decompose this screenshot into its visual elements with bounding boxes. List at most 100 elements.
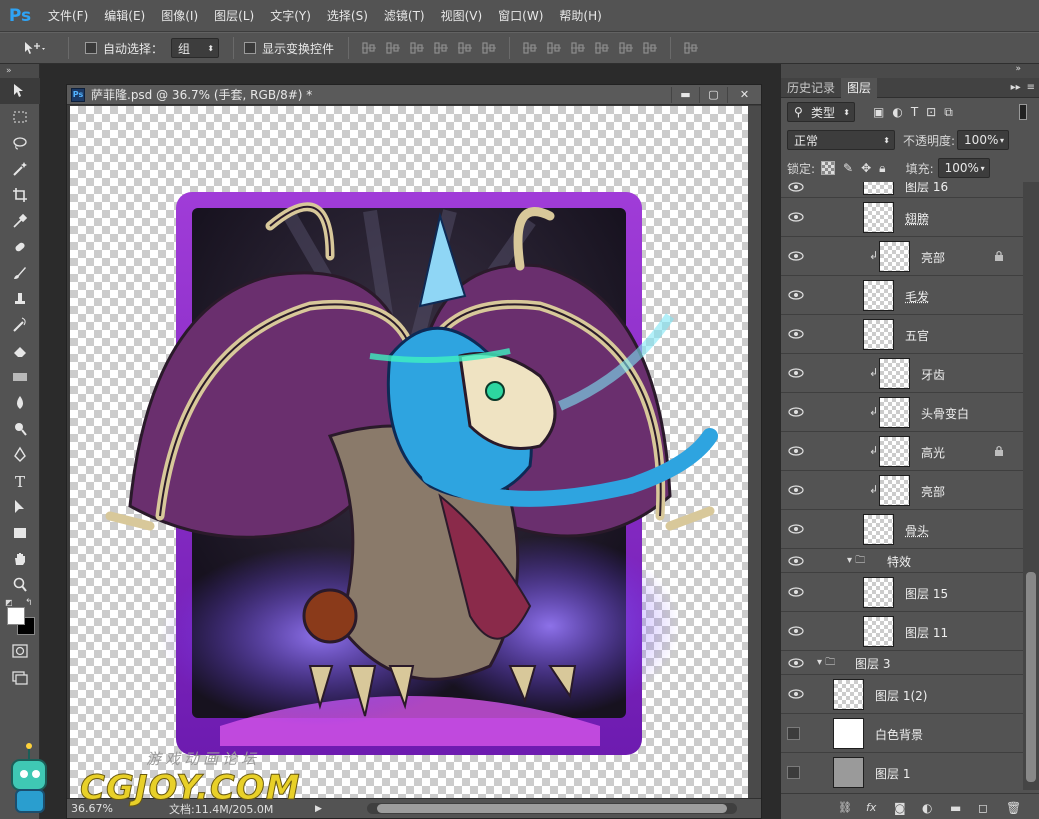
auto-align-icon[interactable] bbox=[682, 39, 700, 57]
show-transform-checkbox[interactable] bbox=[244, 42, 257, 54]
dist-left-icon[interactable] bbox=[593, 39, 611, 57]
eye-icon[interactable] bbox=[787, 554, 805, 568]
eye-icon[interactable] bbox=[787, 366, 805, 380]
type-tool-button[interactable]: T bbox=[0, 468, 40, 494]
default-colors-icon[interactable]: ◩ bbox=[5, 598, 13, 607]
vertical-scrollbar[interactable] bbox=[748, 106, 761, 798]
layer-group-row[interactable]: ▾ 🗀︎ 特效 bbox=[781, 549, 1024, 573]
menu-filter[interactable]: 滤镜(T) bbox=[376, 0, 433, 32]
swap-colors-icon[interactable]: ↰ bbox=[25, 598, 33, 608]
eye-icon[interactable] bbox=[787, 182, 805, 194]
layer-row[interactable]: 五官 bbox=[781, 315, 1024, 354]
eye-icon[interactable] bbox=[787, 288, 805, 302]
eye-icon[interactable] bbox=[787, 687, 805, 701]
folder-icon[interactable]: ▾ 🗀︎ bbox=[847, 553, 865, 570]
gradient-tool-button[interactable] bbox=[0, 364, 40, 390]
opacity-field[interactable]: 100% ▾ bbox=[957, 130, 1010, 150]
layer-row[interactable]: 图层 1 bbox=[781, 753, 1024, 790]
adjustment-layer-icon[interactable]: ◐ bbox=[922, 801, 936, 815]
adjustment-filter-icon[interactable]: ◐ bbox=[892, 105, 902, 120]
menu-layer[interactable]: 图层(L) bbox=[206, 0, 262, 32]
filter-kind-dropdown[interactable]: ⚲ 类型 ⬍ bbox=[787, 102, 855, 122]
eye-icon[interactable] bbox=[787, 210, 805, 224]
visibility-toggle[interactable] bbox=[787, 766, 800, 779]
move-tool-button[interactable] bbox=[0, 78, 40, 104]
align-vcenter-icon[interactable] bbox=[384, 39, 402, 57]
lasso-tool-button[interactable] bbox=[0, 130, 40, 156]
auto-select-dropdown[interactable]: 组 ⬍ bbox=[171, 38, 220, 58]
align-right-icon[interactable] bbox=[480, 39, 498, 57]
collapse-arrows-icon[interactable]: » bbox=[0, 64, 39, 78]
dist-hcenter-icon[interactable] bbox=[617, 39, 635, 57]
zoom-tool-button[interactable] bbox=[0, 572, 40, 598]
menu-window[interactable]: 窗口(W) bbox=[490, 0, 551, 32]
stamp-tool-button[interactable] bbox=[0, 286, 40, 312]
layer-row[interactable]: ↲ 亮部 bbox=[781, 471, 1024, 510]
fx-icon[interactable]: fx bbox=[866, 801, 880, 814]
layer-row[interactable]: 翅膀 bbox=[781, 198, 1024, 237]
layer-row[interactable]: 图层 11 bbox=[781, 612, 1024, 651]
eye-icon[interactable] bbox=[787, 444, 805, 458]
dist-bottom-icon[interactable] bbox=[569, 39, 587, 57]
layer-row[interactable]: 白色背景 bbox=[781, 714, 1024, 753]
eye-icon[interactable] bbox=[787, 327, 805, 341]
status-menu-arrow-icon[interactable]: ▶ bbox=[315, 804, 322, 814]
layer-row[interactable]: ↲ 高光 bbox=[781, 432, 1024, 471]
layers-scrollbar[interactable] bbox=[1023, 182, 1039, 790]
layer-group-row[interactable]: ▾ 🗀︎ 图层 3 bbox=[781, 651, 1024, 675]
menu-image[interactable]: 图像(I) bbox=[153, 0, 206, 32]
rectangle-tool-button[interactable] bbox=[0, 520, 40, 546]
eye-icon[interactable] bbox=[787, 585, 805, 599]
healing-brush-tool-button[interactable] bbox=[0, 234, 40, 260]
eye-icon[interactable] bbox=[787, 405, 805, 419]
blend-mode-dropdown[interactable]: 正常 ⬍ bbox=[787, 130, 895, 150]
new-group-icon[interactable]: ▬ bbox=[950, 801, 964, 815]
screen-mode-button[interactable] bbox=[0, 664, 40, 690]
layer-row[interactable]: 图层 16 bbox=[781, 182, 1024, 198]
minimize-button[interactable]: ▬ bbox=[671, 86, 699, 103]
layer-row[interactable]: ↲ 牙齿 bbox=[781, 354, 1024, 393]
blur-tool-button[interactable] bbox=[0, 390, 40, 416]
eye-icon[interactable] bbox=[787, 483, 805, 497]
marquee-tool-button[interactable] bbox=[0, 104, 40, 130]
trash-icon[interactable]: 🗑︎ bbox=[1006, 801, 1021, 815]
brush-tool-button[interactable] bbox=[0, 260, 40, 286]
lock-all-icon[interactable]: 🔒︎ bbox=[879, 161, 885, 176]
hand-tool-button[interactable] bbox=[0, 546, 40, 572]
menu-type[interactable]: 文字(Y) bbox=[262, 0, 319, 32]
link-layers-icon[interactable]: ⛓ bbox=[838, 801, 852, 814]
lock-position-icon[interactable]: ✥ bbox=[861, 161, 871, 175]
menu-file[interactable]: 文件(F) bbox=[40, 0, 96, 32]
panel-collapse-bar[interactable]: » bbox=[781, 64, 1039, 78]
layer-row[interactable]: ↲ 亮部 bbox=[781, 237, 1024, 276]
layer-row[interactable]: 毛发 bbox=[781, 276, 1024, 315]
pen-tool-button[interactable] bbox=[0, 442, 40, 468]
tool-preset-picker[interactable] bbox=[10, 35, 60, 61]
fill-field[interactable]: 100% ▾ bbox=[937, 158, 990, 178]
crop-tool-button[interactable] bbox=[0, 182, 40, 208]
layer-row[interactable]: 骨头 bbox=[781, 510, 1024, 549]
menu-select[interactable]: 选择(S) bbox=[319, 0, 376, 32]
filter-toggle-switch[interactable] bbox=[1019, 104, 1027, 120]
shape-filter-icon[interactable]: ⊡ bbox=[926, 105, 936, 120]
magic-wand-tool-button[interactable] bbox=[0, 156, 40, 182]
layer-row[interactable]: 图层 1(2) bbox=[781, 675, 1024, 714]
lock-paint-icon[interactable]: ✎ bbox=[843, 161, 853, 175]
foreground-color-swatch[interactable] bbox=[7, 607, 25, 625]
align-top-icon[interactable] bbox=[360, 39, 378, 57]
eye-icon[interactable] bbox=[787, 624, 805, 638]
menu-view[interactable]: 视图(V) bbox=[433, 0, 491, 32]
add-mask-icon[interactable]: ◙ bbox=[894, 801, 908, 815]
dist-right-icon[interactable] bbox=[641, 39, 659, 57]
eye-icon[interactable] bbox=[787, 522, 805, 536]
history-brush-tool-button[interactable] bbox=[0, 312, 40, 338]
maximize-button[interactable]: ▢ bbox=[699, 86, 727, 103]
menu-edit[interactable]: 编辑(E) bbox=[96, 0, 153, 32]
close-button[interactable]: ✕ bbox=[727, 86, 761, 103]
eye-icon[interactable] bbox=[787, 656, 805, 670]
pixel-filter-icon[interactable]: ▣ bbox=[873, 105, 884, 120]
smart-object-filter-icon[interactable]: ⧉ bbox=[944, 105, 953, 120]
layer-row[interactable]: ↲ 头骨变白 bbox=[781, 393, 1024, 432]
layer-row[interactable]: 图层 15 bbox=[781, 573, 1024, 612]
align-hcenter-icon[interactable] bbox=[456, 39, 474, 57]
